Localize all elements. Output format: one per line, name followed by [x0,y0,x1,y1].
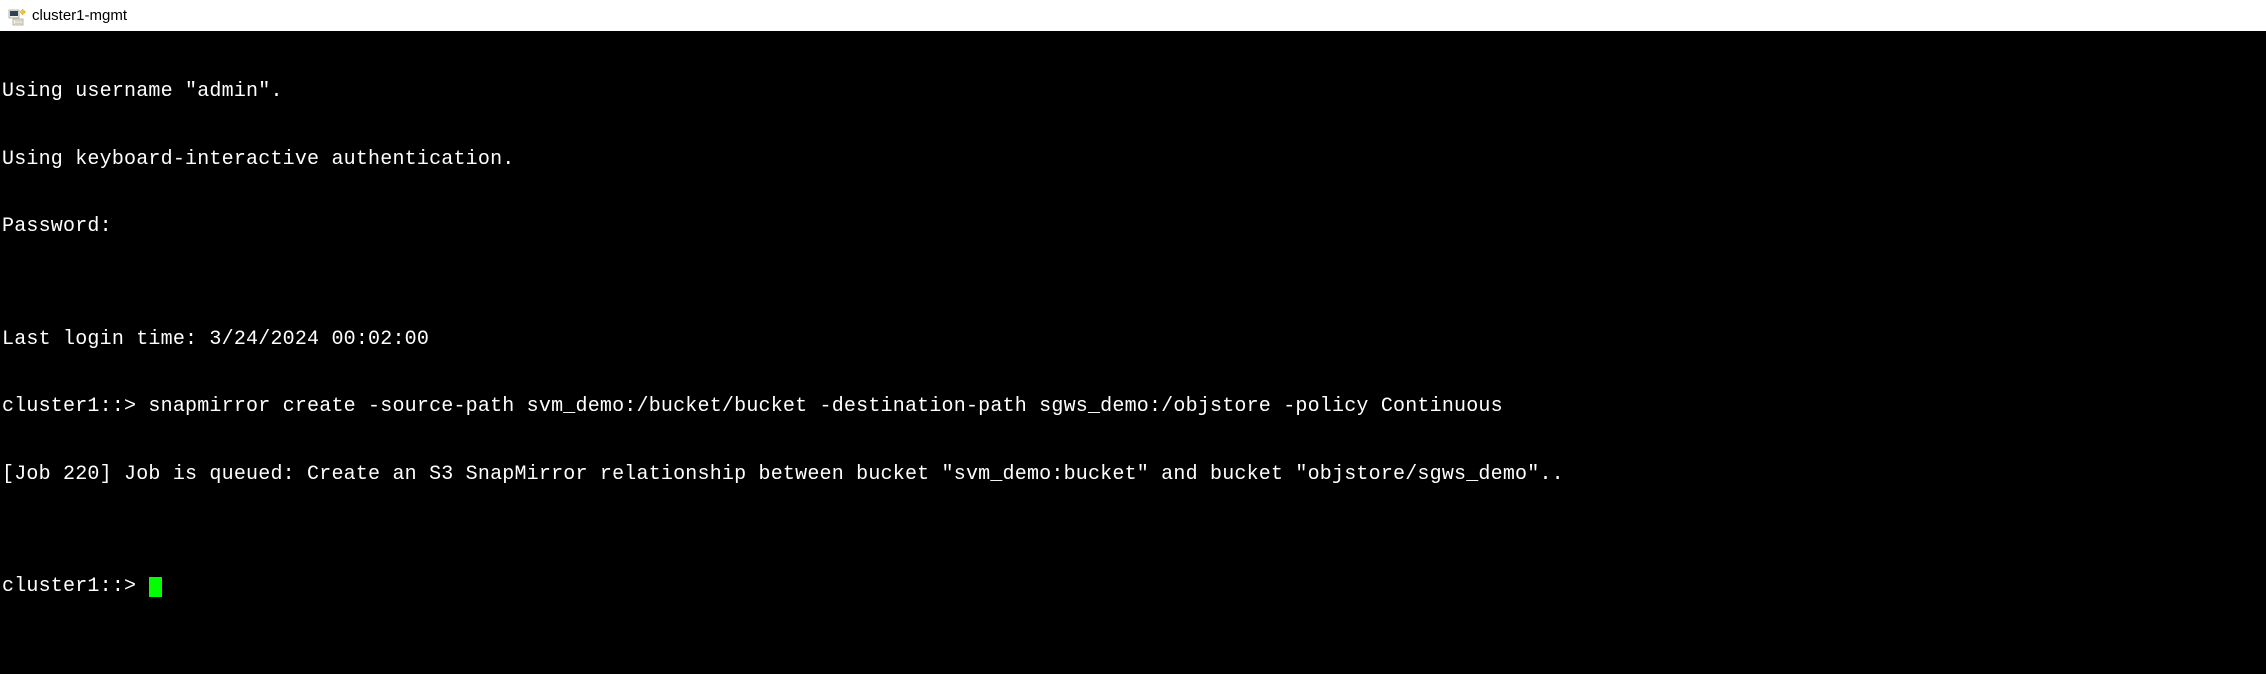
terminal-line: [Job 220] Job is queued: Create an S3 Sn… [2,464,2264,487]
window-title: cluster1-mgmt [32,7,127,24]
window-title-bar[interactable]: cluster1-mgmt [0,0,2266,32]
terminal-cursor [149,577,162,597]
terminal-line: Password: [2,216,2264,239]
terminal-line: Using keyboard-interactive authenticatio… [2,149,2264,172]
terminal-line: Last login time: 3/24/2024 00:02:00 [2,329,2264,352]
putty-icon [6,6,26,26]
terminal-prompt: cluster1::> [2,576,148,599]
terminal-area[interactable]: Using username "admin". Using keyboard-i… [0,32,2266,674]
terminal-line: cluster1::> snapmirror create -source-pa… [2,396,2264,419]
terminal-prompt-line[interactable]: cluster1::> [2,576,2264,599]
terminal-line: Using username "admin". [2,81,2264,104]
